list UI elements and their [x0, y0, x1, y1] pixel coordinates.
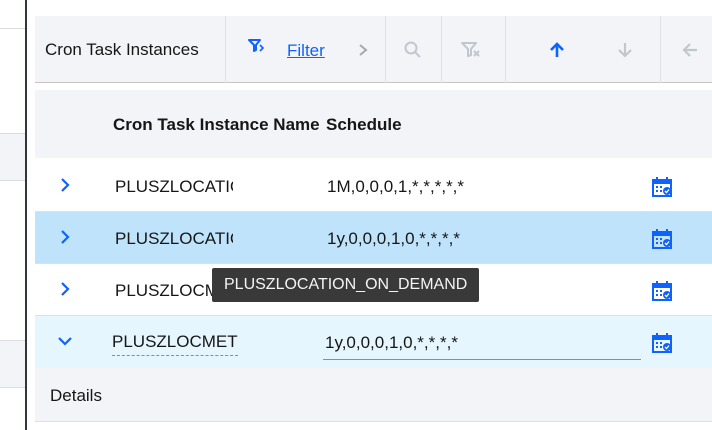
cell-schedule: 1M,0,0,0,1,*,*,*,*,* — [327, 177, 465, 196]
table-toolbar: Cron Task Instances Filter — [35, 16, 712, 83]
toolbar-separator — [385, 16, 386, 83]
chevron-right-icon[interactable] — [351, 16, 375, 83]
name-tooltip: PLUSZLOCATION_ON_DEMAND — [212, 268, 480, 302]
arrow-left-icon[interactable] — [675, 16, 705, 83]
chevron-right-icon[interactable] — [55, 227, 75, 247]
left-panel-block — [0, 133, 25, 181]
chevron-right-icon[interactable] — [55, 175, 75, 195]
table-title: Cron Task Instances — [45, 40, 199, 59]
cell-name: PLUSZLOCATIC — [115, 229, 233, 248]
calendar-check-icon[interactable] — [651, 332, 673, 354]
calendar-check-icon[interactable] — [651, 176, 673, 198]
clear-filter-icon[interactable] — [443, 16, 499, 83]
table-header: Cron Task Instance Name Schedule — [35, 90, 712, 158]
table-row-selected[interactable]: PLUSZLOCATIC 1y,0,0,0,1,0,*,*,*,* — [35, 212, 712, 264]
table-row-expanded[interactable]: PLUSZLOCMETE 1y,0,0,0,1,0,*,*,*,* — [35, 316, 712, 368]
details-section[interactable]: Details — [35, 368, 712, 422]
cell-schedule: 1y,0,0,0,1,0,*,*,*,* — [327, 229, 460, 248]
cell-name-editable[interactable]: PLUSZLOCMETE — [112, 332, 238, 356]
toolbar-separator — [505, 16, 506, 83]
toolbar-separator — [441, 16, 442, 83]
schedule-input[interactable]: 1y,0,0,0,1,0,*,*,*,* — [323, 330, 641, 360]
table-row[interactable]: PLUSZLOCATIC 1M,0,0,0,1,*,*,*,*,* — [35, 160, 712, 212]
chevron-down-icon[interactable] — [55, 331, 75, 351]
toolbar-separator — [225, 16, 226, 83]
column-header-schedule[interactable]: Schedule — [326, 115, 402, 135]
left-divider — [0, 28, 25, 29]
left-panel-strip — [0, 0, 25, 430]
chevron-right-icon[interactable] — [55, 279, 75, 299]
search-icon[interactable] — [387, 16, 439, 83]
cell-name: PLUSZLOCATIC — [115, 177, 233, 196]
column-header-name[interactable]: Cron Task Instance Name — [113, 115, 320, 135]
left-panel-block — [0, 340, 25, 388]
panel-divider — [25, 0, 27, 430]
details-label: Details — [50, 386, 102, 405]
calendar-check-icon[interactable] — [651, 280, 673, 302]
filter-link[interactable]: Filter — [287, 41, 325, 61]
toolbar-separator — [660, 16, 661, 83]
arrow-down-icon[interactable] — [600, 16, 650, 83]
calendar-check-icon[interactable] — [651, 228, 673, 250]
arrow-up-icon[interactable] — [530, 16, 584, 83]
filter-icon[interactable] — [240, 12, 272, 79]
